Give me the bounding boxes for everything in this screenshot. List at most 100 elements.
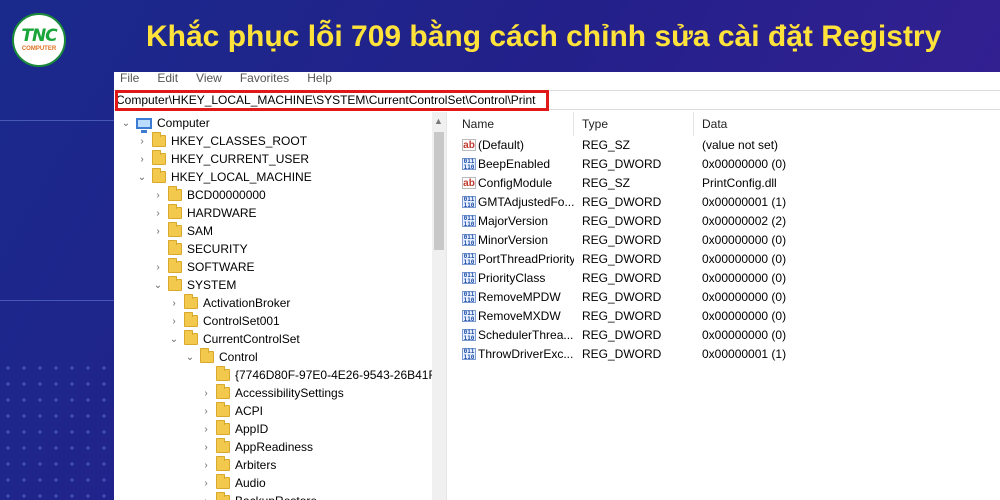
chevron-right-icon[interactable]: › xyxy=(136,136,148,147)
tree-item[interactable]: › AppID xyxy=(200,420,268,438)
menu-file[interactable]: File xyxy=(120,72,139,88)
tree-item[interactable]: › HKEY_CLASSES_ROOT xyxy=(136,132,307,150)
chevron-right-icon[interactable]: › xyxy=(168,298,180,309)
tree-item[interactable]: › ControlSet001 xyxy=(168,312,280,330)
tree-item[interactable]: › ActivationBroker xyxy=(168,294,290,312)
chevron-down-icon[interactable]: ⌄ xyxy=(168,334,180,345)
scroll-up-icon[interactable]: ▲ xyxy=(434,116,443,126)
chevron-down-icon[interactable]: ⌄ xyxy=(120,118,132,129)
tree-item[interactable]: › SOFTWARE xyxy=(152,258,255,276)
folder-icon xyxy=(168,204,182,219)
binary-value-icon: 011 110 xyxy=(462,348,476,361)
value-type: REG_SZ xyxy=(582,138,631,152)
value-row[interactable]: ab ConfigModule REG_SZ PrintConfig.dll xyxy=(454,174,1000,193)
chevron-right-icon[interactable]: › xyxy=(200,424,212,435)
chevron-right-icon[interactable]: › xyxy=(200,388,212,399)
tree-item[interactable]: ⌄ CurrentControlSet xyxy=(168,330,300,348)
value-row[interactable]: ab (Default) REG_SZ (value not set) xyxy=(454,136,1000,155)
address-bar[interactable]: Computer\HKEY_LOCAL_MACHINE\SYSTEM\Curre… xyxy=(114,90,1000,111)
tree-item-label: ActivationBroker xyxy=(203,296,291,310)
tree-item-label: HKEY_CURRENT_USER xyxy=(171,152,310,166)
value-type: REG_DWORD xyxy=(582,271,662,285)
tree-item-label: SAM xyxy=(187,224,214,238)
column-header-type[interactable]: Type xyxy=(574,112,694,136)
chevron-right-icon[interactable]: › xyxy=(152,190,164,201)
value-row[interactable]: 011 110 SchedulerThrea... REG_DWORD 0x00000… xyxy=(454,326,1000,345)
value-row[interactable]: 011 110 RemoveMXDW REG_DWORD 0x00000000 (0) xyxy=(454,307,1000,326)
column-header-name[interactable]: Name xyxy=(454,112,574,136)
value-type: REG_DWORD xyxy=(582,195,662,209)
background-dots xyxy=(0,360,110,500)
value-row[interactable]: 011 110 BeepEnabled REG_DWORD 0x00000000 (0… xyxy=(454,155,1000,174)
tree-item-label: {7746D80F-97E0-4E26-9543-26B41FC2 xyxy=(235,368,434,382)
value-row[interactable]: 011 110 PriorityClass REG_DWORD 0x00000000 … xyxy=(454,269,1000,288)
tree-item-label: Computer xyxy=(157,116,210,130)
tree-item[interactable]: › HKEY_CURRENT_USER xyxy=(136,150,309,168)
tree-item-label: BCD00000000 xyxy=(187,188,266,202)
tree-item-label: SECURITY xyxy=(187,242,248,256)
folder-icon xyxy=(184,312,198,327)
value-data: 0x00000000 (0) xyxy=(702,328,787,342)
menu-edit[interactable]: Edit xyxy=(157,72,178,88)
chevron-right-icon[interactable]: › xyxy=(152,262,164,273)
menu-view[interactable]: View xyxy=(196,72,222,88)
tree-item[interactable]: › Arbiters xyxy=(200,456,276,474)
tree-item[interactable]: › BackupRestore xyxy=(200,492,317,500)
scrollbar-thumb[interactable] xyxy=(434,132,444,250)
column-header-data[interactable]: Data xyxy=(694,112,1000,136)
value-name: RemoveMXDW xyxy=(478,309,561,323)
tree-item[interactable]: › AccessibilitySettings xyxy=(200,384,344,402)
tree-item[interactable]: {7746D80F-97E0-4E26-9543-26B41FC2 xyxy=(200,366,434,384)
string-value-icon: ab xyxy=(462,139,476,151)
folder-icon xyxy=(216,474,230,489)
chevron-right-icon[interactable]: › xyxy=(200,442,212,453)
chevron-right-icon[interactable]: › xyxy=(200,496,212,500)
value-row[interactable]: 011 110 ThrowDriverExc... REG_DWORD 0x00000… xyxy=(454,345,1000,364)
computer-icon xyxy=(136,117,152,133)
chevron-down-icon[interactable]: ⌄ xyxy=(152,280,164,291)
tree-item[interactable]: ⌄ HKEY_LOCAL_MACHINE xyxy=(136,168,312,186)
binary-value-icon: 011 110 xyxy=(462,329,476,342)
chevron-right-icon[interactable]: › xyxy=(152,208,164,219)
tree-item[interactable]: › BCD00000000 xyxy=(152,186,266,204)
value-name: ThrowDriverExc... xyxy=(478,347,574,361)
value-row[interactable]: 011 110 RemoveMPDW REG_DWORD 0x00000000 (0) xyxy=(454,288,1000,307)
tree-item[interactable]: › SAM xyxy=(152,222,213,240)
pane-splitter[interactable] xyxy=(446,112,451,500)
tree-item-label: Arbiters xyxy=(235,458,277,472)
chevron-right-icon[interactable]: › xyxy=(200,406,212,417)
value-data: 0x00000002 (2) xyxy=(702,214,787,228)
logo-text: TNC xyxy=(21,25,57,46)
background-line xyxy=(0,300,114,301)
chevron-right-icon[interactable]: › xyxy=(168,316,180,327)
tree-item[interactable]: › Audio xyxy=(200,474,266,492)
chevron-right-icon[interactable]: › xyxy=(136,154,148,165)
chevron-right-icon[interactable]: › xyxy=(200,460,212,471)
chevron-down-icon[interactable]: ⌄ xyxy=(136,172,148,183)
tree-item-label: AppReadiness xyxy=(235,440,314,454)
chevron-right-icon[interactable]: › xyxy=(200,478,212,489)
tree-item[interactable]: SECURITY xyxy=(152,240,248,258)
menu-favorites[interactable]: Favorites xyxy=(240,72,289,88)
menu-help[interactable]: Help xyxy=(307,72,332,88)
value-data: 0x00000000 (0) xyxy=(702,157,787,171)
tree-item[interactable]: › ACPI xyxy=(200,402,263,420)
registry-tree: ⌄ Computer › HKEY_CLASSES_ROOT › HKEY_CURRENT… xyxy=(114,112,434,500)
value-row[interactable]: 011 110 MinorVersion REG_DWORD 0x00000000 (… xyxy=(454,231,1000,250)
value-row[interactable]: 011 110 MajorVersion REG_DWORD 0x00000002 (… xyxy=(454,212,1000,231)
tree-item[interactable]: ⌄ Control xyxy=(184,348,258,366)
tree-item[interactable]: › HARDWARE xyxy=(152,204,257,222)
folder-icon xyxy=(168,222,182,237)
chevron-right-icon[interactable]: › xyxy=(152,226,164,237)
tree-item-label: Audio xyxy=(235,476,266,490)
tree-item[interactable]: ⌄ Computer xyxy=(120,114,210,133)
tree-item[interactable]: ⌄ SYSTEM xyxy=(152,276,236,294)
value-name: PortThreadPriority xyxy=(478,252,574,266)
value-row[interactable]: 011 110 PortThreadPriority REG_DWORD 0x0000… xyxy=(454,250,1000,269)
chevron-down-icon[interactable]: ⌄ xyxy=(184,352,196,363)
tree-item[interactable]: › AppReadiness xyxy=(200,438,313,456)
value-row[interactable]: 011 110 GMTAdjustedFo... REG_DWORD 0x000000… xyxy=(454,193,1000,212)
tree-scrollbar[interactable]: ▲ xyxy=(432,112,446,500)
folder-icon xyxy=(216,402,230,417)
registry-editor-window: File Edit View Favorites Help Computer\H… xyxy=(114,72,1000,500)
